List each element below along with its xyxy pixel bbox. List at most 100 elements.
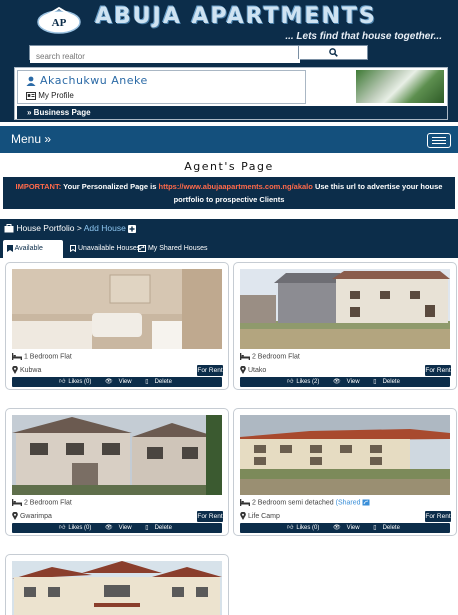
listing-photo[interactable]	[12, 561, 222, 615]
site-header: AP ABUJA APARTMENTS ... Lets find that h…	[0, 0, 458, 122]
trash-icon: ▯	[373, 525, 377, 531]
view-label: View	[346, 525, 360, 531]
portfolio-title: House Portfolio	[16, 223, 75, 233]
bed-icon	[240, 499, 250, 506]
listing-photo[interactable]	[240, 269, 450, 349]
listing-location-label: Kubwa	[19, 366, 42, 374]
view-button[interactable]: 👁︎ View	[102, 379, 135, 385]
search-icon	[328, 48, 338, 57]
listing-type-label: 2 Bedroom Flat	[251, 353, 300, 361]
my-profile-label: My Profile	[38, 91, 74, 100]
likes-count: Likes (2)	[296, 379, 320, 385]
notice-text-1: Your Personalized Page is	[63, 182, 157, 191]
listing-photo[interactable]	[12, 269, 222, 349]
brand-name[interactable]: ABUJA APARTMENTS	[95, 4, 377, 29]
like-button[interactable]: 👍︎ Likes (0)	[59, 379, 94, 385]
portfolio-tabs: Available Houses Unavailable Houses My S…	[0, 238, 458, 270]
my-profile-link[interactable]: My Profile	[26, 91, 74, 100]
view-label: View	[118, 525, 132, 531]
delete-label: Delete	[154, 525, 172, 531]
briefcase-icon	[4, 224, 14, 233]
menu-bar: Menu »	[0, 126, 458, 153]
like-button[interactable]: 👍︎ Likes (2)	[287, 379, 322, 385]
logo-text: AP	[52, 17, 67, 29]
tab-label: Unavailable Houses	[77, 245, 141, 252]
portfolio-header: House Portfolio > Add House	[0, 219, 458, 238]
listing-actions: 👍︎ Likes (0) 👁︎ View ▯ Delete	[12, 377, 222, 387]
delete-button[interactable]: ▯ Delete	[370, 525, 403, 531]
notice-important-label: IMPORTANT:	[15, 182, 62, 191]
user-panel: Akachukwu Aneke My Profile » Business Pa…	[14, 67, 448, 120]
search-button[interactable]	[298, 46, 367, 59]
listing-photo[interactable]	[240, 415, 450, 495]
user-name-label: Akachukwu Aneke	[40, 74, 148, 87]
business-page-link[interactable]: » Business Page	[17, 106, 447, 119]
user-icon	[26, 76, 36, 86]
search-bar	[29, 45, 368, 63]
bed-icon	[12, 499, 22, 506]
listing-card[interactable]	[5, 554, 229, 615]
listing-type: 1 Bedroom Flat	[12, 353, 72, 360]
plus-square-icon[interactable]	[128, 224, 137, 233]
eye-icon: 👁︎	[105, 525, 113, 531]
view-label: View	[346, 379, 360, 385]
trash-icon: ▯	[373, 379, 377, 385]
trash-icon: ▯	[145, 379, 149, 385]
view-button[interactable]: 👁︎ View	[102, 525, 135, 531]
likes-count: Likes (0)	[68, 525, 92, 531]
eye-icon: 👁︎	[105, 379, 113, 385]
search-input[interactable]	[30, 50, 300, 63]
delete-button[interactable]: ▯ Delete	[142, 525, 175, 531]
listing-actions: 👍︎ Likes (0) 👁︎ View ▯ Delete	[240, 523, 450, 533]
listing-location-label: Gwarimpa	[19, 512, 52, 520]
listing-card[interactable]: 2 Bedroom semi detached (Shared Life Cam…	[233, 408, 457, 536]
tab-label: My Shared Houses	[147, 245, 208, 252]
tab-unavailable-houses[interactable]: Unavailable Houses	[66, 240, 144, 258]
delete-label: Delete	[154, 379, 172, 385]
listing-type-label: 1 Bedroom Flat	[23, 353, 72, 361]
status-badge: For Rent	[425, 365, 451, 376]
listing-location: Life Camp	[240, 512, 280, 520]
delete-label: Delete	[382, 379, 400, 385]
delete-label: Delete	[382, 525, 400, 531]
user-avatar[interactable]	[356, 70, 444, 103]
listing-card[interactable]: 1 Bedroom Flat Kubwa For Rent 👍︎ Likes (0…	[5, 262, 229, 390]
bed-icon	[12, 353, 22, 360]
delete-button[interactable]: ▯ Delete	[370, 379, 403, 385]
view-button[interactable]: 👁︎ View	[330, 379, 363, 385]
view-label: View	[118, 379, 132, 385]
listing-location: Utako	[240, 366, 266, 374]
add-house-link[interactable]: Add House	[84, 223, 126, 233]
menu-toggle-label[interactable]: Menu »	[11, 132, 51, 146]
listing-location-label: Utako	[247, 366, 267, 374]
personal-page-link[interactable]: https://www.abujaapartments.com.ng/akalo	[159, 182, 313, 191]
tagline: ... Lets find that house together...	[285, 31, 442, 42]
page: AP ABUJA APARTMENTS ... Lets find that h…	[0, 0, 458, 615]
hamburger-menu-icon[interactable]	[427, 133, 451, 148]
page-title: Agent's Page	[184, 160, 274, 173]
listing-card[interactable]: 2 Bedroom Flat Utako For Rent 👍︎ Likes (2…	[233, 262, 457, 390]
view-button[interactable]: 👁︎ View	[330, 525, 363, 531]
trash-icon: ▯	[145, 525, 149, 531]
like-button[interactable]: 👍︎ Likes (0)	[287, 525, 322, 531]
listing-actions: 👍︎ Likes (2) 👁︎ View ▯ Delete	[240, 377, 450, 387]
important-notice: IMPORTANT: Your Personalized Page is htt…	[3, 177, 455, 209]
listing-photo[interactable]	[12, 415, 222, 495]
map-marker-icon	[12, 512, 18, 520]
breadcrumb-separator: >	[76, 223, 82, 233]
share-icon	[138, 244, 146, 252]
listing-location-label: Life Camp	[247, 512, 280, 520]
map-marker-icon	[12, 366, 18, 374]
tab-available-houses[interactable]: Available Houses	[3, 240, 63, 270]
tab-my-shared-houses[interactable]: My Shared Houses	[134, 240, 211, 258]
status-badge: For Rent	[197, 365, 223, 376]
listing-card[interactable]: 2 Bedroom Flat Gwarimpa For Rent 👍︎ Likes…	[5, 408, 229, 536]
status-badge: For Rent	[197, 511, 223, 522]
listing-type-label: 2 Bedroom Flat	[23, 499, 72, 507]
share-icon	[362, 499, 370, 506]
likes-count: Likes (0)	[296, 525, 320, 531]
user-name[interactable]: Akachukwu Aneke	[26, 74, 148, 87]
site-logo[interactable]: AP	[36, 5, 82, 37]
delete-button[interactable]: ▯ Delete	[142, 379, 175, 385]
like-button[interactable]: 👍︎ Likes (0)	[59, 525, 94, 531]
